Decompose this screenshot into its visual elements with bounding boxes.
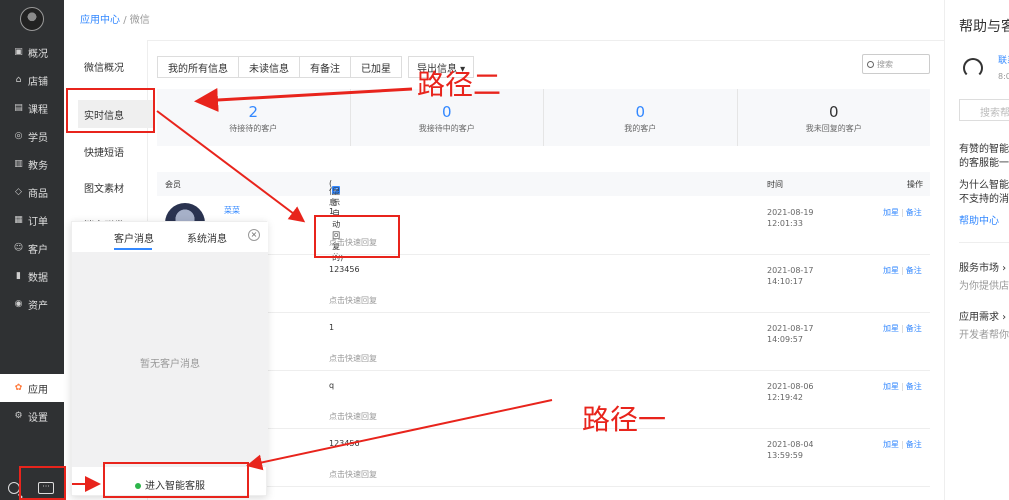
arrow-realtime-to-quick-reply [156, 110, 306, 223]
annotation-arrows [72, 87, 553, 492]
arrow-path-two-to-realtime [194, 87, 413, 112]
arrow-path-one-to-service [246, 399, 553, 471]
